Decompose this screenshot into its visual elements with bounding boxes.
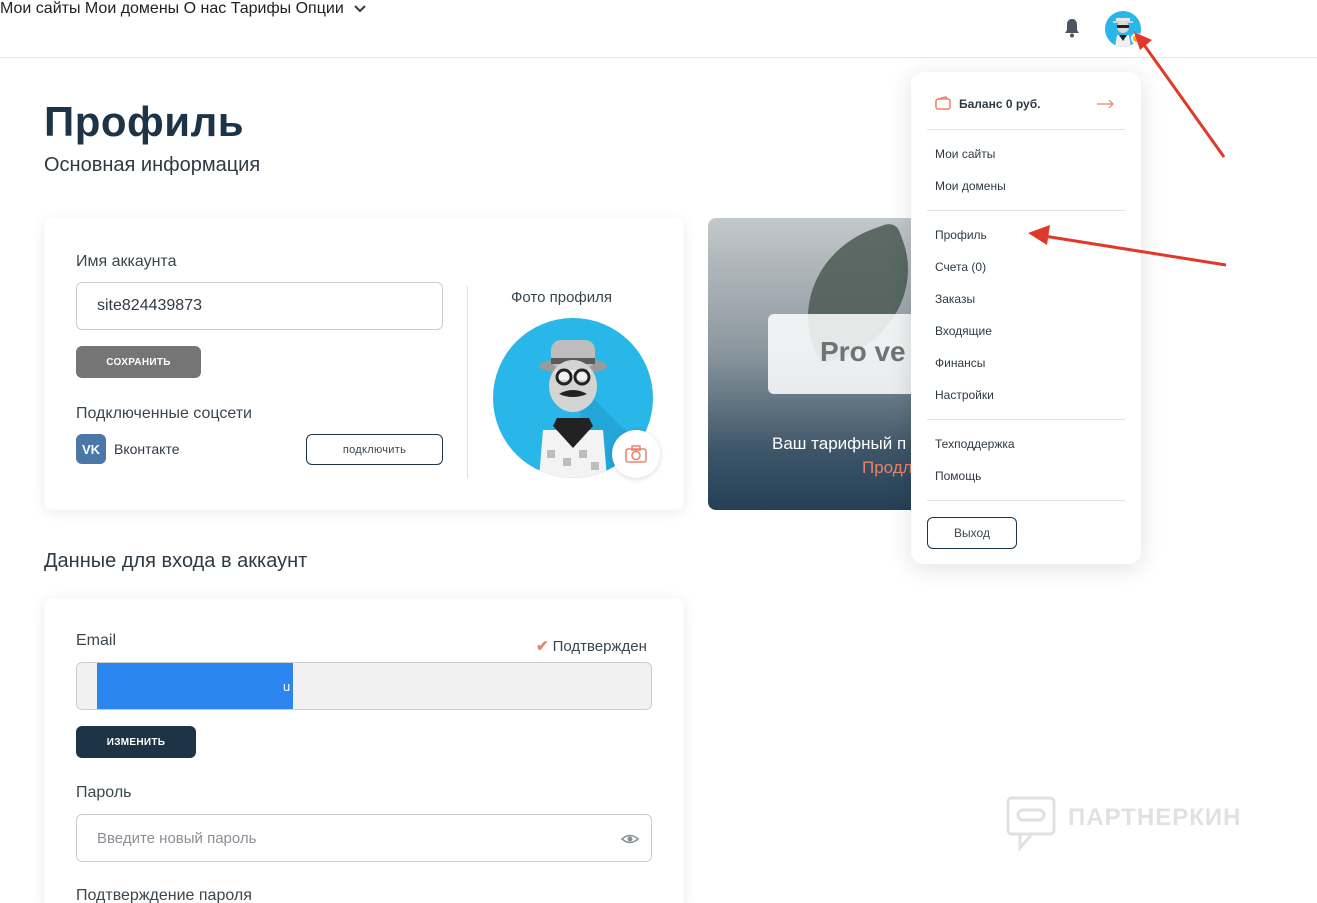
socials-label: Подключенные соцсети <box>76 405 252 422</box>
watermark-logo: ПАРТНЕРКИН <box>1006 796 1266 852</box>
wallet-icon <box>935 96 951 110</box>
login-card: Email ✔ Подтвержден u ИЗМЕНИТЬ Пароль Вве… <box>44 598 684 903</box>
dropdown-item-finance[interactable]: Финансы <box>935 356 985 370</box>
nav-about[interactable]: О нас <box>184 0 227 17</box>
confirm-password-label: Подтверждение пароля <box>76 887 252 903</box>
dropdown-divider <box>927 500 1125 501</box>
nav-options-label: Опции <box>295 0 344 17</box>
page-title: Профиль <box>44 98 245 145</box>
dropdown-item-help[interactable]: Помощь <box>935 469 981 483</box>
dropdown-item-my-domains[interactable]: Мои домены <box>935 179 1006 193</box>
notification-dot <box>1131 33 1142 44</box>
account-name-label: Имя аккаунта <box>76 253 177 270</box>
dropdown-item-support[interactable]: Техподдержка <box>935 437 1015 451</box>
banner-plan-name: Pro ve <box>820 336 906 367</box>
watermark-text: ПАРТНЕРКИН <box>1068 804 1242 831</box>
vk-icon: VK <box>76 434 106 464</box>
email-field[interactable]: u <box>76 662 652 710</box>
email-confirmed-text: Подтвержден <box>552 638 647 655</box>
connect-vk-button[interactable]: подключить <box>306 434 443 465</box>
bell-icon[interactable] <box>1063 18 1081 38</box>
page-subtitle: Основная информация <box>44 154 261 176</box>
login-section-title: Данные для входа в аккаунт <box>44 550 308 572</box>
profile-card: Имя аккаунта site824439873 СОХРАНИТЬ Под… <box>44 218 684 510</box>
banner-extend-link[interactable]: Продл <box>862 458 913 478</box>
dropdown-item-inbox[interactable]: Входящие <box>935 324 992 338</box>
dropdown-divider <box>927 129 1125 130</box>
email-value: u <box>283 679 291 694</box>
photo-label: Фото профиля <box>511 289 613 306</box>
camera-icon <box>625 445 647 463</box>
top-navbar: Мои сайты Мои домены О нас Тарифы Опции <box>0 0 1317 58</box>
dropdown-item-profile[interactable]: Профиль <box>935 228 987 242</box>
chevron-down-icon <box>354 5 366 13</box>
change-email-button[interactable]: ИЗМЕНИТЬ <box>76 726 196 758</box>
check-icon: ✔ <box>536 638 549 655</box>
dropdown-item-orders[interactable]: Заказы <box>935 292 975 306</box>
divider <box>467 286 468 478</box>
email-confirmed-status: ✔ Подтвержден <box>536 637 647 655</box>
logout-button[interactable]: Выход <box>927 517 1017 549</box>
nav-my-domains[interactable]: Мои домены <box>85 0 179 17</box>
dropdown-divider <box>927 419 1125 420</box>
vk-label: Вконтакте <box>114 441 180 457</box>
dropdown-divider <box>927 210 1125 211</box>
password-label: Пароль <box>76 784 132 801</box>
nav-tariffs[interactable]: Тарифы <box>231 0 291 17</box>
nav-my-sites[interactable]: Мои сайты <box>0 0 80 17</box>
password-placeholder: Введите новый пароль <box>97 829 257 847</box>
dropdown-item-settings[interactable]: Настройки <box>935 388 994 402</box>
email-label: Email <box>76 632 117 649</box>
balance-label[interactable]: Баланс 0 руб. <box>959 97 1040 111</box>
banner-tariff-text: Ваш тарифный п <box>772 434 907 453</box>
eye-icon[interactable] <box>621 830 639 848</box>
profile-dropdown: Баланс 0 руб. Мои сайты Мои домены Профи… <box>911 72 1141 564</box>
watermark-icon <box>1006 796 1056 852</box>
nav-options[interactable]: Опции <box>296 0 367 17</box>
account-name-input[interactable]: site824439873 <box>76 282 443 330</box>
dropdown-item-invoices[interactable]: Счета (0) <box>935 260 986 274</box>
arrow-right-icon[interactable] <box>1097 99 1115 109</box>
password-input[interactable]: Введите новый пароль <box>76 814 652 862</box>
save-button[interactable]: СОХРАНИТЬ <box>76 346 201 378</box>
upload-photo-button[interactable] <box>612 430 660 478</box>
dropdown-item-my-sites[interactable]: Мои сайты <box>935 147 995 161</box>
email-redacted: u <box>97 663 293 709</box>
